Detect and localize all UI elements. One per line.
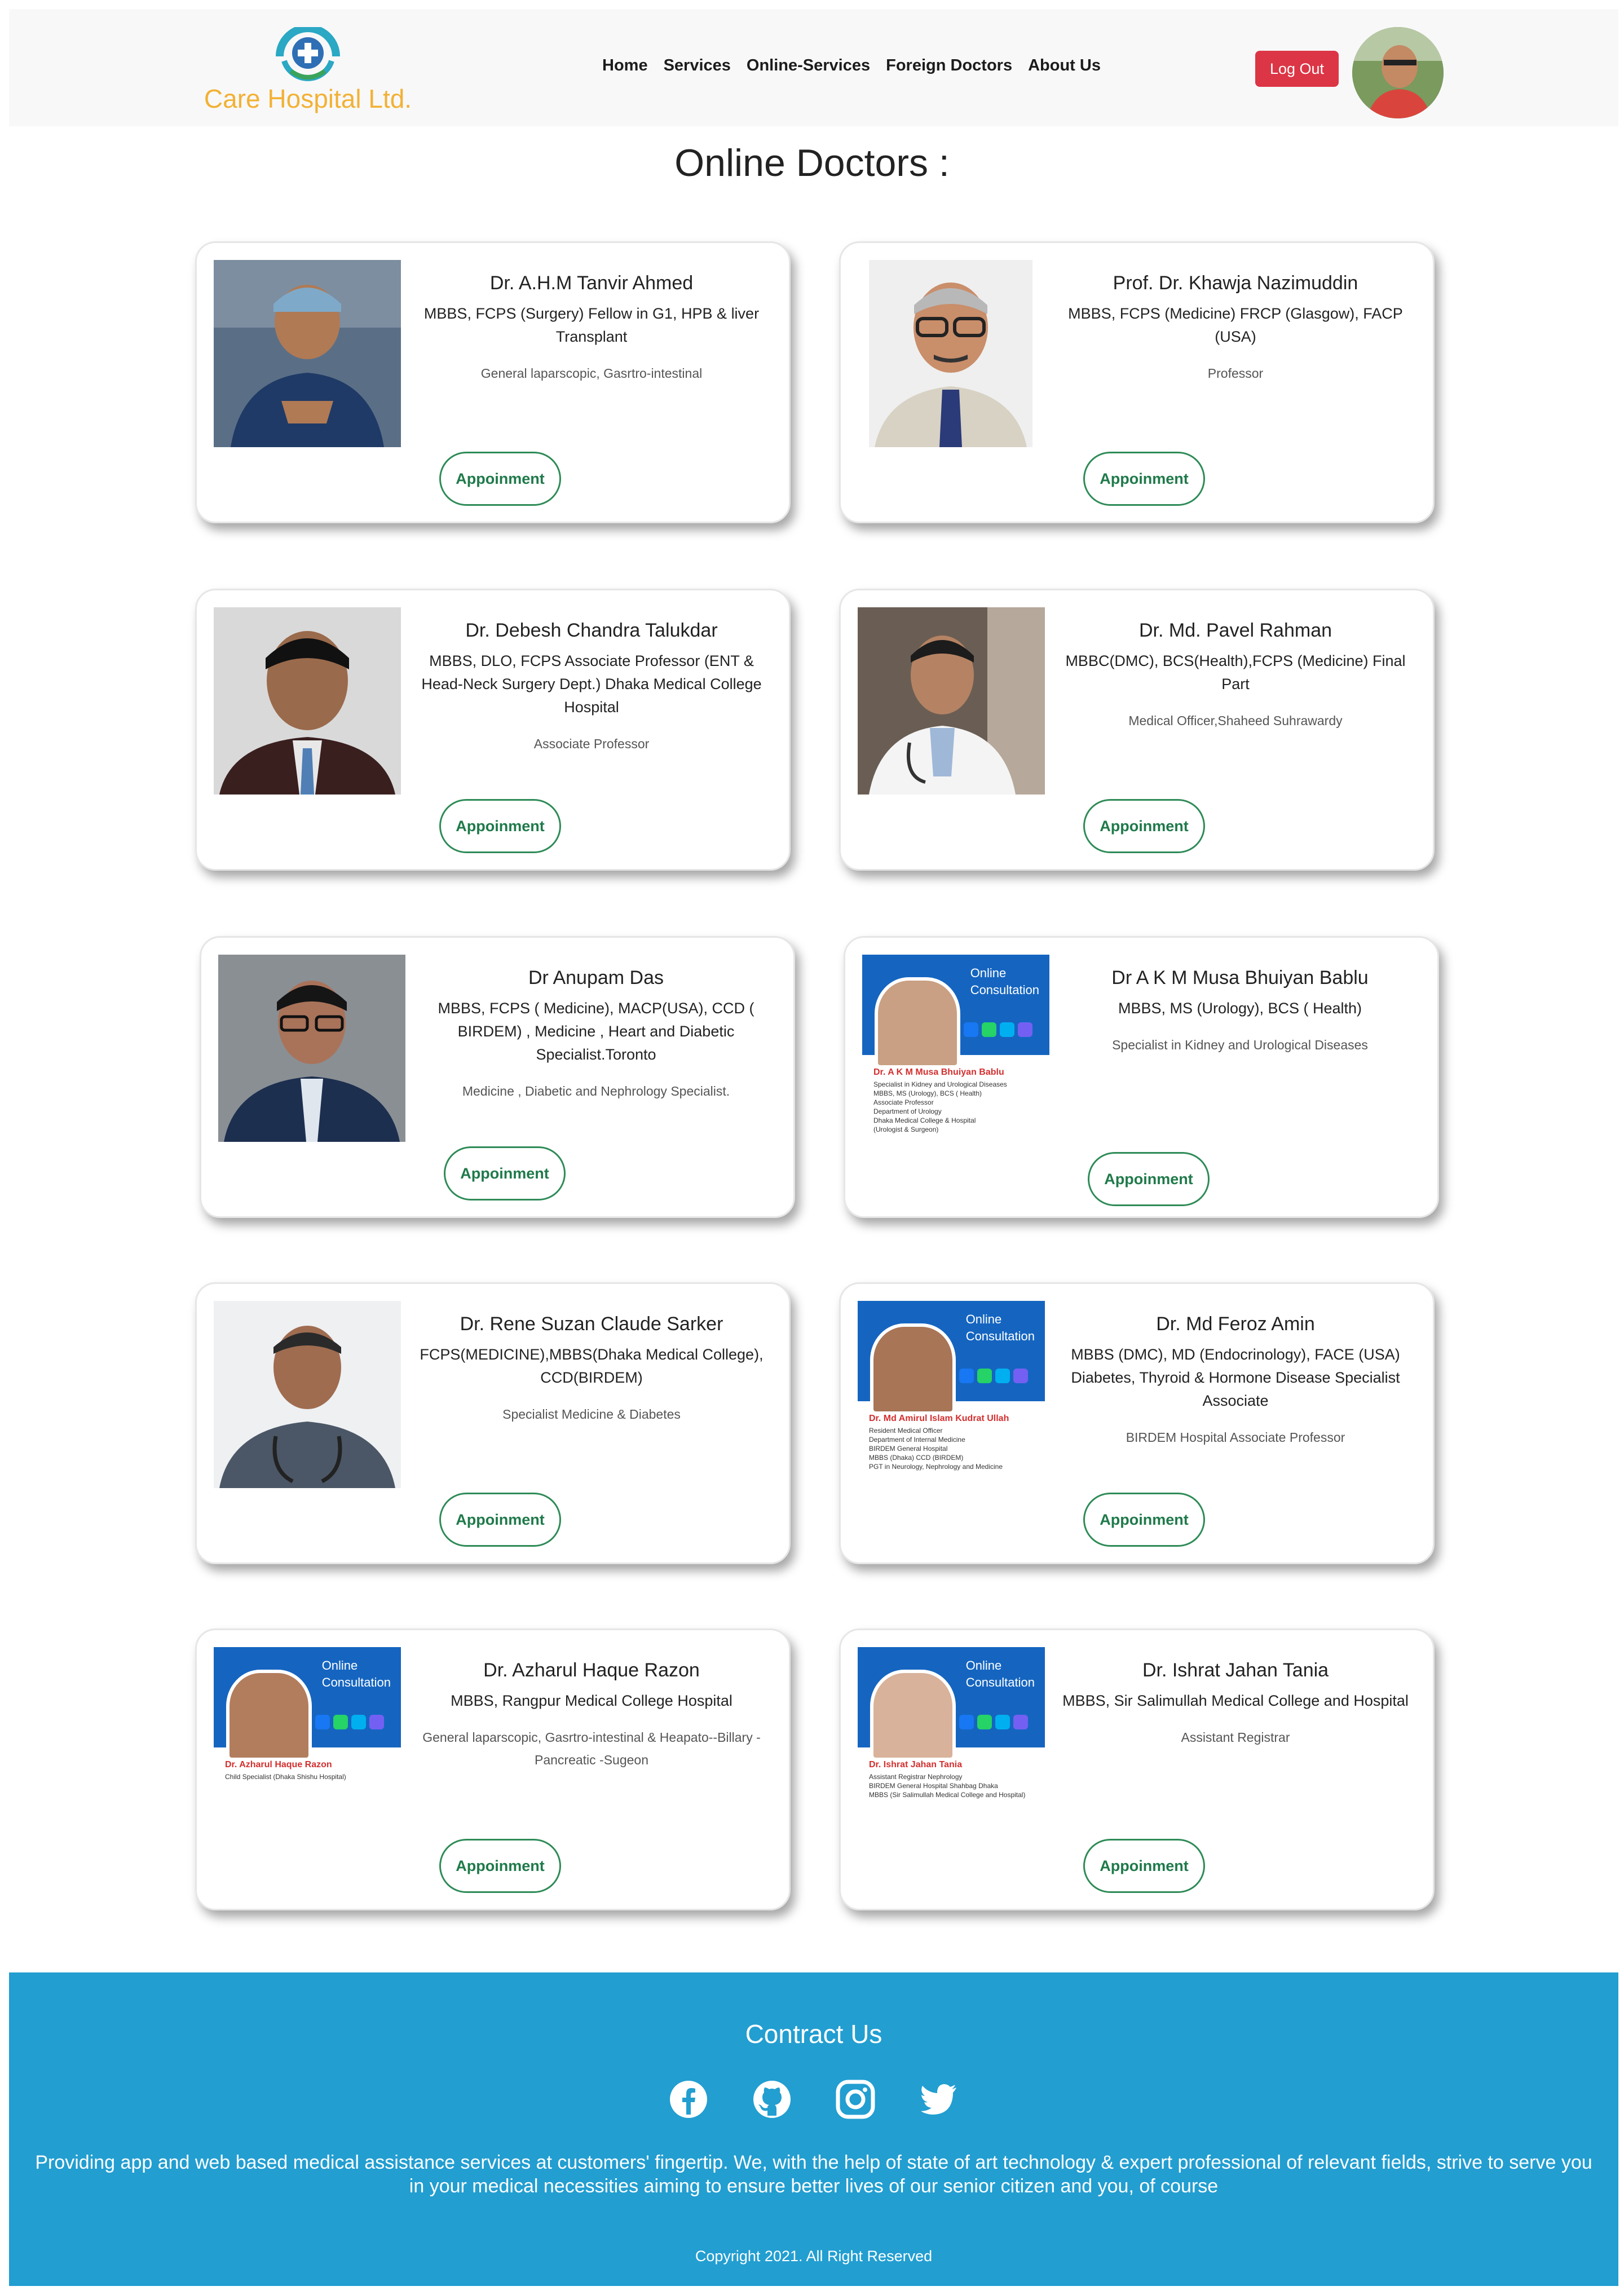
doctor-photo — [214, 1301, 401, 1488]
doctor-name: Prof. Dr. Khawja Nazimuddin — [1113, 272, 1358, 294]
nav-links: Home Services Online-Services Foreign Do… — [602, 56, 1101, 75]
doctor-specialty: Medical Officer,Shaheed Suhrawardy — [1128, 713, 1343, 728]
doctor-name: Dr. Md. Pavel Rahman — [1138, 620, 1332, 641]
appointment-button[interactable]: Appoinment — [439, 1493, 561, 1547]
doctor-card: Online Consultation Dr. Ishrat Jahan Tani… — [839, 1628, 1435, 1910]
brand-name: Care Hospital Ltd. — [204, 84, 412, 113]
doctor-specialty: Medicine , Diabetic and Nephrology Speci… — [462, 1084, 730, 1098]
doctor-specialty: Associate Professor — [533, 736, 650, 751]
doctor-name: Dr. Md Feroz Amin — [1156, 1313, 1315, 1335]
doctor-specialty: Specialist in Kidney and Urological Dise… — [1112, 1038, 1368, 1052]
doctor-photo: Online Consultation Dr. A K M Musa Bhuiya… — [862, 955, 1049, 1142]
nav-home[interactable]: Home — [602, 56, 648, 75]
doctor-photo — [214, 607, 401, 795]
nav-about-us[interactable]: About Us — [1028, 56, 1101, 75]
doctor-card: Dr. Debesh Chandra Talukdar MBBS, DLO, F… — [195, 589, 791, 871]
doctor-specialty: Professor — [1207, 366, 1264, 381]
appointment-button[interactable]: Appoinment — [1083, 799, 1205, 853]
footer-description: Providing app and web based medical assi… — [35, 2152, 1592, 2197]
doctor-specialty: General laparscopic, Gasrtro-intestinal — [480, 366, 703, 381]
instagram-icon[interactable] — [836, 2080, 875, 2119]
github-icon[interactable] — [752, 2080, 792, 2119]
consultation-banner: Online Consultation Dr. Azharul Haque Raz… — [214, 1647, 401, 1834]
hospital-logo-icon — [276, 27, 340, 81]
page-title: Online Doctors : — [674, 142, 950, 184]
doctor-name: Dr. Ishrat Jahan Tania — [1142, 1660, 1329, 1681]
appointment-button[interactable]: Appoinment — [439, 1839, 561, 1893]
doctor-card: Dr. Rene Suzan Claude Sarker FCPS(MEDICI… — [195, 1282, 791, 1564]
doctor-photo: Online Consultation Dr. Azharul Haque Raz… — [214, 1647, 401, 1834]
doctor-degree: MBBS, FCPS ( Medicine), MACP(USA), CCD (… — [438, 1000, 754, 1063]
doctor-photo — [214, 260, 401, 447]
consultation-banner: Online Consultation Dr. Md Amirul Islam K… — [858, 1301, 1045, 1488]
facebook-icon[interactable] — [669, 2080, 708, 2119]
doctor-specialty: Specialist Medicine & Diabetes — [502, 1407, 681, 1422]
navbar: Care Hospital Ltd. Home Services Online-… — [9, 9, 1618, 126]
doctor-degree: MBBC(DMC), BCS(Health),FCPS (Medicine) F… — [1065, 652, 1406, 692]
doctor-name: Dr. A.H.M Tanvir Ahmed — [489, 272, 694, 294]
doctor-degree: MBBS, Sir Salimullah Medical College and… — [1062, 1692, 1409, 1709]
appointment-button[interactable]: Appoinment — [1083, 1839, 1205, 1893]
consultation-banner: Online Consultation Dr. A K M Musa Bhuiya… — [862, 955, 1049, 1142]
doctor-degree: MBBS, MS (Urology), BCS ( Health) — [1118, 1000, 1362, 1017]
doctor-photo — [858, 607, 1045, 795]
doctor-degree: MBBS (DMC), MD (Endocrinology), FACE (US… — [1071, 1346, 1400, 1409]
consultation-banner: Online Consultation Dr. Ishrat Jahan Tani… — [858, 1647, 1045, 1834]
appointment-button[interactable]: Appoinment — [439, 799, 561, 853]
logout-button[interactable]: Log Out — [1255, 51, 1339, 87]
doctor-card: Dr Anupam Das MBBS, FCPS ( Medicine), MA… — [200, 936, 795, 1218]
doctor-photo: Online Consultation Dr. Ishrat Jahan Tani… — [858, 1647, 1045, 1834]
doctor-degree: MBBS, DLO, FCPS Associate Professor (ENT… — [421, 652, 762, 716]
doctor-degree: MBBS, FCPS (Surgery) Fellow in G1, HPB &… — [423, 305, 760, 345]
nav-services[interactable]: Services — [664, 56, 731, 75]
nav-online-services[interactable]: Online-Services — [747, 56, 870, 75]
doctor-card: Online Consultation Dr. Md Amirul Islam K… — [839, 1282, 1435, 1564]
doctor-specialty: BIRDEM Hospital Associate Professor — [1126, 1430, 1345, 1445]
doctor-specialty: General laparscopic, Gasrtro-intestinal … — [422, 1730, 761, 1767]
doctor-specialty: Assistant Registrar — [1181, 1730, 1290, 1745]
twitter-icon[interactable] — [919, 2080, 959, 2119]
appointment-button[interactable]: Appoinment — [1083, 452, 1205, 506]
doctor-photo: Online Consultation Dr. Md Amirul Islam K… — [858, 1301, 1045, 1488]
doctor-card: Dr. A.H.M Tanvir Ahmed MBBS, FCPS (Surge… — [195, 241, 791, 523]
copyright: Copyright 2021. All Right Reserved — [695, 2248, 933, 2265]
footer: Contract Us Providing app and web based … — [9, 1972, 1618, 2286]
footer-title: Contract Us — [745, 2019, 882, 2049]
doctor-card: Dr. Md. Pavel Rahman MBBC(DMC), BCS(Heal… — [839, 589, 1435, 871]
doctor-degree: MBBS, FCPS (Medicine) FRCP (Glasgow), FA… — [1068, 305, 1403, 345]
user-avatar[interactable] — [1352, 27, 1444, 118]
nav-foreign-doctors[interactable]: Foreign Doctors — [886, 56, 1012, 75]
appointment-button[interactable]: Appoinment — [444, 1146, 566, 1201]
doctor-name: Dr Anupam Das — [528, 967, 664, 988]
social-links — [669, 2080, 959, 2119]
appointment-button[interactable]: Appoinment — [439, 452, 561, 506]
appointment-button[interactable]: Appoinment — [1083, 1493, 1205, 1547]
doctor-degree: FCPS(MEDICINE),MBBS(Dhaka Medical Colleg… — [420, 1346, 764, 1386]
doctor-card: Online Consultation Dr. A K M Musa Bhuiya… — [844, 936, 1439, 1218]
doctor-name: Dr. Rene Suzan Claude Sarker — [460, 1313, 723, 1335]
brand[interactable]: Care Hospital Ltd. — [195, 17, 421, 118]
doctor-name: Dr. Azharul Haque Razon — [483, 1660, 700, 1681]
doctor-photo — [869, 260, 1032, 447]
doctor-name: Dr. Debesh Chandra Talukdar — [465, 620, 718, 641]
doctor-name: Dr A K M Musa Bhuiyan Bablu — [1111, 967, 1369, 988]
doctor-card: Prof. Dr. Khawja Nazimuddin MBBS, FCPS (… — [839, 241, 1435, 523]
doctor-photo — [218, 955, 405, 1142]
doctor-card: Online Consultation Dr. Azharul Haque Raz… — [195, 1628, 791, 1910]
appointment-button[interactable]: Appoinment — [1088, 1152, 1210, 1206]
doctor-degree: MBBS, Rangpur Medical College Hospital — [451, 1692, 732, 1709]
